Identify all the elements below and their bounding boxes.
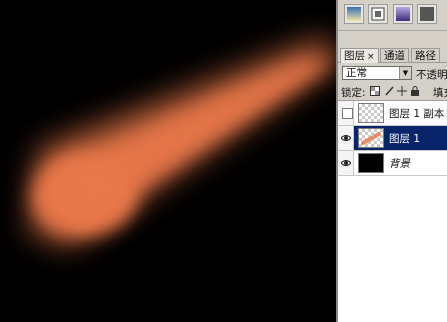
swatch-purple-icon[interactable]: [393, 4, 413, 24]
tool-strip: [338, 0, 447, 31]
lock-transparency-icon[interactable]: [370, 86, 380, 96]
lock-all-icon[interactable]: [410, 86, 420, 96]
visibility-cell[interactable]: [338, 126, 354, 150]
stamp-tool-icon[interactable]: [368, 4, 388, 24]
image-canvas[interactable]: [0, 0, 336, 322]
layers-panel: 图层× 通道 路径 正常 ▼ 不透明度 锁定: 填充 图层 1 副本: [338, 0, 447, 322]
layer-thumbnail: [358, 153, 384, 173]
layer-row-copy[interactable]: 图层 1 副本: [338, 101, 447, 126]
layer-row-background[interactable]: 背景: [338, 151, 447, 176]
visibility-cell[interactable]: [338, 151, 354, 175]
close-icon[interactable]: ×: [367, 52, 375, 62]
visibility-off-icon[interactable]: [342, 108, 353, 119]
layer-list: 图层 1 副本 图层 1 背景: [338, 101, 447, 322]
tab-layers[interactable]: 图层 ×: [340, 48, 379, 63]
eye-icon[interactable]: [341, 133, 351, 143]
visibility-cell[interactable]: [338, 101, 354, 125]
fill-label: 填充: [433, 87, 447, 99]
layer-thumbnail: [358, 103, 384, 123]
comet-brush-stroke: [30, 40, 336, 245]
layer-row-layer1[interactable]: 图层 1: [338, 126, 447, 151]
layer-thumbnail-stroke: [361, 132, 381, 145]
chevron-down-icon[interactable]: ▼: [399, 67, 411, 79]
layer-name: 图层 1 副本: [389, 108, 445, 120]
layer-name: 背景: [389, 158, 410, 170]
lock-label: 锁定:: [341, 87, 366, 99]
layer-name: 图层 1: [389, 133, 421, 145]
lock-paint-icon[interactable]: [384, 86, 394, 96]
opacity-label: 不透明度: [416, 69, 447, 81]
tab-channels-label: 通道: [384, 50, 405, 62]
gradient-tool-icon[interactable]: [344, 4, 364, 24]
tab-channels[interactable]: 通道: [380, 48, 409, 62]
blend-mode-select[interactable]: 正常 ▼: [342, 66, 412, 80]
tab-layers-label: 图层: [344, 50, 365, 62]
layer-thumbnail: [358, 128, 384, 148]
lock-move-icon[interactable]: [397, 86, 407, 96]
blend-row: 正常 ▼ 不透明度: [338, 64, 447, 82]
eye-icon[interactable]: [341, 158, 351, 168]
swatch-gray-icon[interactable]: [417, 4, 437, 24]
blend-mode-value: 正常: [346, 67, 367, 79]
panel-tabs: 图层 × 通道 路径: [338, 46, 447, 63]
tab-paths[interactable]: 路径: [411, 48, 440, 62]
lock-row: 锁定: 填充: [338, 84, 447, 101]
tab-paths-label: 路径: [415, 50, 436, 62]
